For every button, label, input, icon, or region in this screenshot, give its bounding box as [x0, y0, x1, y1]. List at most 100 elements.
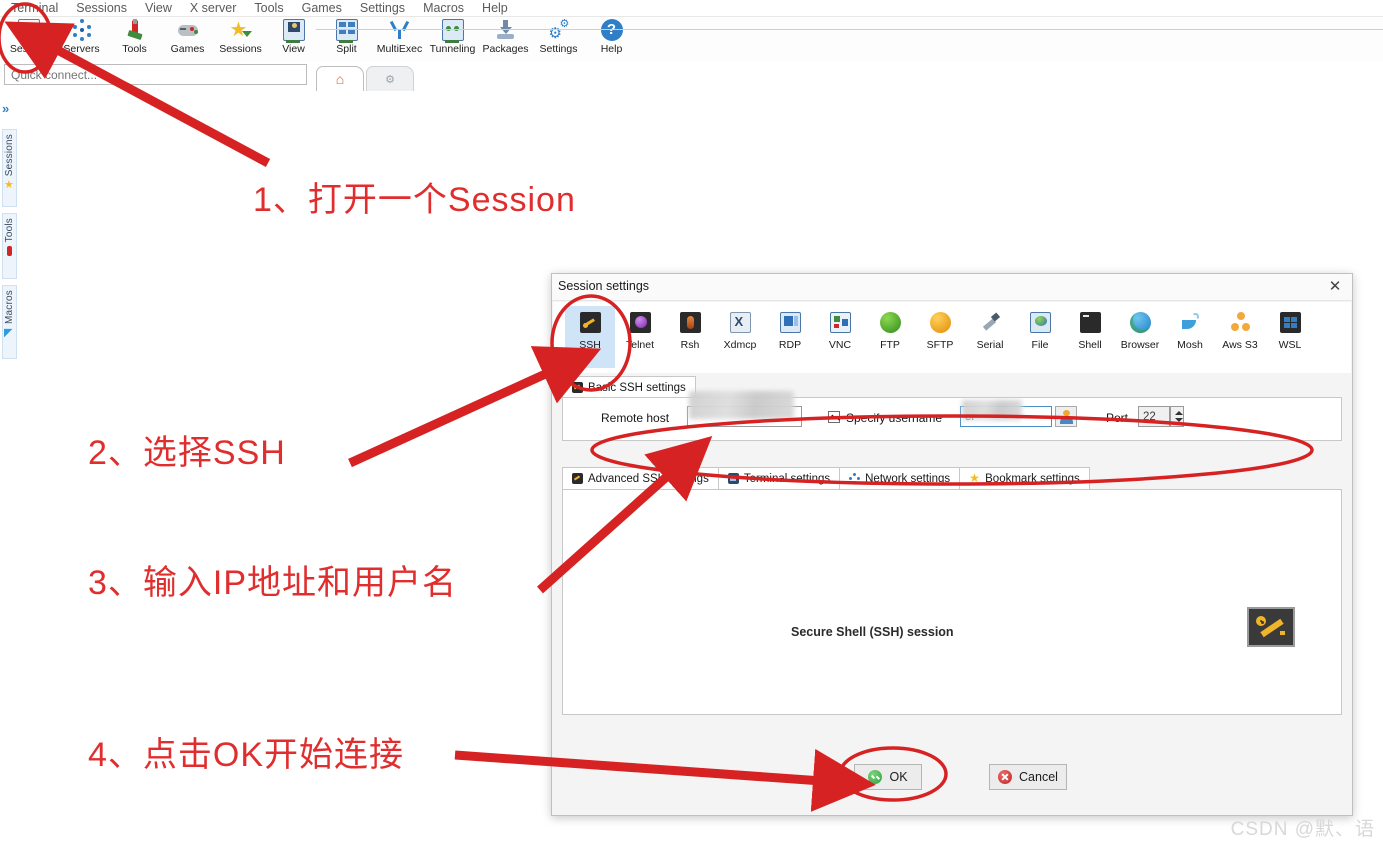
- menu-item-help[interactable]: Help: [473, 0, 517, 16]
- session-type-ftp[interactable]: FTP: [865, 306, 915, 368]
- session-settings-dialog: Session settings ✕ SSH Telnet Rsh X Xdmc…: [551, 273, 1353, 816]
- cancel-button[interactable]: Cancel: [989, 764, 1067, 790]
- sessions-star-icon: ★: [230, 19, 252, 41]
- tunneling-screen-icon: [441, 19, 464, 43]
- toolbar-button-tools[interactable]: Tools: [108, 17, 161, 61]
- menu-item-games[interactable]: Games: [293, 0, 351, 16]
- menu-item-settings[interactable]: Settings: [351, 0, 414, 16]
- toolbar-label: Tunneling: [429, 43, 476, 55]
- menu-item-macros[interactable]: Macros: [414, 0, 473, 16]
- toolbar-label: Settings: [539, 43, 578, 55]
- sidebar-item-macros[interactable]: Macros ◤: [2, 285, 17, 359]
- tab-advanced-ssh-settings[interactable]: Advanced SSH settings: [562, 467, 718, 489]
- stepper-down-icon[interactable]: [1175, 418, 1183, 422]
- menu-bar: Terminal Sessions View X server Tools Ga…: [0, 0, 1383, 17]
- toolbar-button-split[interactable]: Split: [320, 17, 373, 61]
- ftp-globe-icon: [879, 312, 901, 333]
- session-type-bar: SSH Telnet Rsh X Xdmcp RDP VNC FTP SFTP …: [553, 302, 1351, 373]
- terminal-icon: [727, 473, 739, 484]
- port-stepper[interactable]: [1170, 406, 1184, 427]
- session-type-browser[interactable]: Browser: [1115, 306, 1165, 368]
- main-toolbar: Session Servers Tools Games ★ Sessions V…: [0, 17, 1383, 61]
- session-type-ssh[interactable]: SSH: [565, 306, 615, 368]
- user-picker-icon[interactable]: [1055, 406, 1077, 427]
- tab-terminal-settings[interactable]: Terminal settings: [717, 467, 840, 489]
- menu-item-terminal[interactable]: Terminal: [2, 0, 67, 16]
- session-type-label: VNC: [828, 339, 852, 351]
- session-type-shell[interactable]: Shell: [1065, 306, 1115, 368]
- sidebar-item-tools[interactable]: Tools: [2, 213, 17, 279]
- toolbar-label: Sessions: [219, 43, 262, 55]
- network-dots-icon: [849, 473, 861, 484]
- specify-username-checkbox[interactable]: [828, 411, 840, 423]
- ssh-key-icon: [572, 473, 583, 484]
- session-type-sftp[interactable]: SFTP: [915, 306, 965, 368]
- dialog-title-bar: Session settings ✕: [552, 274, 1352, 301]
- menu-item-sessions[interactable]: Sessions: [67, 0, 136, 16]
- rdp-icon: [779, 312, 801, 333]
- toolbar-button-tunneling[interactable]: Tunneling: [426, 17, 479, 61]
- tab-basic-ssh-settings[interactable]: Basic SSH settings: [562, 376, 696, 398]
- toolbar-button-session[interactable]: Session: [2, 17, 55, 61]
- menu-item-view[interactable]: View: [136, 0, 181, 16]
- ssh-session-description: Secure Shell (SSH) session: [791, 625, 954, 639]
- tab-bookmark-settings[interactable]: ★ Bookmark settings: [959, 467, 1090, 489]
- port-input[interactable]: 22: [1138, 406, 1170, 427]
- session-type-label: WSL: [1278, 339, 1302, 351]
- ssh-key-icon: [572, 382, 583, 393]
- aws-s3-icon: [1230, 312, 1251, 333]
- servers-dots-icon: [71, 19, 93, 41]
- ok-button[interactable]: OK: [854, 764, 922, 790]
- sidebar-item-sessions[interactable]: Sessions ★: [2, 129, 17, 207]
- session-type-wsl[interactable]: WSL: [1265, 306, 1315, 368]
- settings-tab[interactable]: ⚙: [366, 66, 414, 91]
- serial-plug-icon: [980, 312, 1001, 333]
- menu-item-x-server[interactable]: X server: [181, 0, 246, 16]
- tools-icon: [7, 246, 12, 257]
- session-type-label: Xdmcp: [723, 339, 757, 351]
- toolbar-button-multiexec[interactable]: MultiExec: [373, 17, 426, 61]
- tab-strip: ⌂ ⚙: [316, 61, 1383, 93]
- toolbar-button-games[interactable]: Games: [161, 17, 214, 61]
- toolbar-button-packages[interactable]: Packages: [479, 17, 532, 61]
- tab-label: Terminal settings: [743, 472, 831, 485]
- remote-host-label: Remote host: [601, 411, 670, 425]
- session-type-label: Browser: [1120, 339, 1160, 351]
- gear-icon: ⚙: [385, 73, 395, 86]
- toolbar-button-servers[interactable]: Servers: [55, 17, 108, 61]
- stepper-up-icon[interactable]: [1175, 411, 1183, 415]
- close-icon[interactable]: ✕: [1326, 278, 1344, 296]
- toolbar-button-settings[interactable]: ⚙ ⚙ Settings: [532, 17, 585, 61]
- chevrons-right-icon[interactable]: »: [2, 101, 9, 116]
- macro-arrow-icon: ◤: [4, 326, 13, 339]
- xdmcp-icon: X: [729, 312, 751, 333]
- session-type-label: File: [1031, 339, 1049, 351]
- menu-item-tools[interactable]: Tools: [245, 0, 292, 16]
- vnc-icon: [829, 312, 851, 333]
- toolbar-label: Packages: [482, 43, 529, 55]
- session-type-xdmcp[interactable]: X Xdmcp: [715, 306, 765, 368]
- session-type-rsh[interactable]: Rsh: [665, 306, 715, 368]
- packages-download-icon: [495, 19, 517, 41]
- session-type-mosh[interactable]: Mosh: [1165, 306, 1215, 368]
- star-icon: ★: [4, 179, 14, 192]
- view-monitor-icon: [282, 19, 305, 43]
- key-icon: [1247, 607, 1295, 647]
- browser-globe-icon: [1129, 312, 1151, 333]
- button-label: Cancel: [1019, 770, 1058, 784]
- toolbar-button-help[interactable]: ? Help: [585, 17, 638, 61]
- session-type-aws-s3[interactable]: Aws S3: [1215, 306, 1265, 368]
- tab-strip-underline: [316, 29, 1383, 30]
- session-type-file[interactable]: File: [1015, 306, 1065, 368]
- session-type-vnc[interactable]: VNC: [815, 306, 865, 368]
- home-tab[interactable]: ⌂: [316, 66, 364, 91]
- cancel-circle-icon: [998, 770, 1013, 784]
- session-type-serial[interactable]: Serial: [965, 306, 1015, 368]
- session-type-telnet[interactable]: Telnet: [615, 306, 665, 368]
- session-type-rdp[interactable]: RDP: [765, 306, 815, 368]
- quick-connect-input[interactable]: [4, 64, 307, 85]
- mosh-satellite-icon: [1180, 312, 1201, 333]
- toolbar-button-view[interactable]: View: [267, 17, 320, 61]
- toolbar-button-sessions[interactable]: ★ Sessions: [214, 17, 267, 61]
- tab-network-settings[interactable]: Network settings: [839, 467, 960, 489]
